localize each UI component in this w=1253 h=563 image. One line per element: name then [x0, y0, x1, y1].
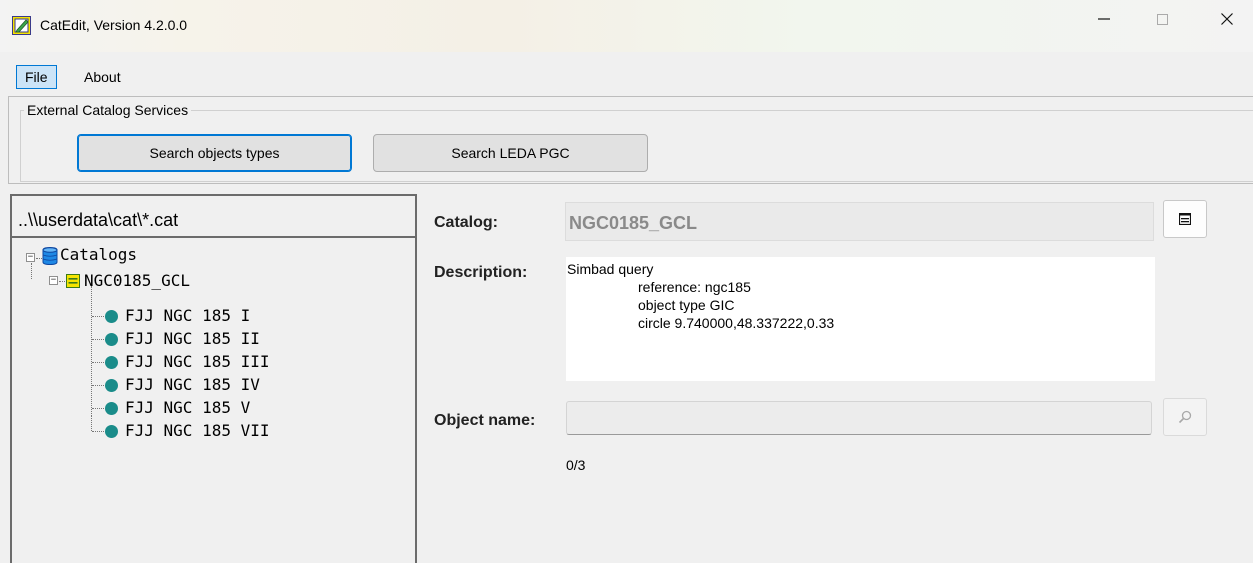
object-dot-icon [105, 379, 118, 392]
tree-connector [92, 408, 104, 409]
tree-node-object[interactable]: FJJ NGC 185 IV [125, 374, 260, 396]
description-label: Description: [434, 264, 528, 281]
tree-node-object[interactable]: FJJ NGC 185 V [125, 397, 250, 419]
minimize-button[interactable] [1076, 0, 1132, 38]
catalog-tree-panel: ..\\userdata\cat\*.cat − Catalogs − NGC0… [10, 194, 417, 563]
tree-node-object[interactable]: FJJ NGC 185 I [125, 305, 250, 327]
search-leda-pgc-button[interactable]: Search LEDA PGC [373, 134, 648, 172]
title-bar: CatEdit, Version 4.2.0.0 [0, 0, 1253, 52]
tree-connector [92, 362, 104, 363]
menu-bar: File About [0, 63, 1253, 91]
tree-connector [91, 286, 92, 416]
tree-connector [92, 316, 104, 317]
tree-node-ngc0185-gcl[interactable]: NGC0185_GCL [84, 270, 190, 292]
tree-node-object[interactable]: FJJ NGC 185 VII [125, 420, 270, 442]
tree-connector [92, 385, 104, 386]
description-box[interactable]: Simbad query reference: ngc185 object ty… [566, 257, 1155, 381]
database-icon [42, 247, 58, 265]
object-dot-icon [105, 425, 118, 438]
search-objects-types-button[interactable]: Search objects types [77, 134, 352, 172]
window-title: CatEdit, Version 4.2.0.0 [40, 17, 188, 33]
close-icon [1221, 13, 1233, 25]
close-button[interactable] [1199, 0, 1253, 38]
object-dot-icon [105, 356, 118, 369]
catalog-field: NGC0185_GCL [565, 202, 1154, 241]
tree-node-object[interactable]: FJJ NGC 185 III [125, 351, 270, 373]
tree-connector [91, 416, 92, 431]
maximize-icon [1156, 13, 1168, 25]
catalog-list-button[interactable] [1163, 200, 1207, 238]
catalog-icon [66, 274, 80, 288]
object-dot-icon [105, 310, 118, 323]
tree-connector [31, 263, 32, 279]
tree-node-object[interactable]: FJJ NGC 185 II [125, 328, 260, 350]
object-dot-icon [105, 402, 118, 415]
collapse-catalog-toggle[interactable]: − [49, 276, 58, 285]
description-line: reference: ngc185 [638, 279, 751, 295]
minimize-icon [1098, 18, 1110, 20]
object-dot-icon [105, 333, 118, 346]
object-name-label: Object name: [434, 412, 536, 429]
tree-node-catalogs[interactable]: Catalogs [60, 244, 137, 266]
menu-about[interactable]: About [76, 65, 129, 89]
object-count: 0/3 [566, 457, 586, 473]
catalog-path: ..\\userdata\cat\*.cat [12, 196, 415, 238]
list-icon [1179, 213, 1191, 225]
object-name-input[interactable] [566, 401, 1152, 435]
maximize-button[interactable] [1134, 0, 1190, 38]
app-icon [12, 16, 31, 35]
description-line: circle 9.740000,48.337222,0.33 [638, 315, 835, 331]
description-line: Simbad query [567, 261, 654, 277]
catalog-label: Catalog: [434, 214, 498, 231]
tree-connector [92, 339, 104, 340]
collapse-catalogs-toggle[interactable]: − [26, 253, 35, 262]
description-line: object type GIC [638, 297, 735, 313]
tree-connector [59, 281, 65, 282]
object-search-button[interactable] [1163, 398, 1207, 436]
menu-file[interactable]: File [16, 65, 57, 89]
search-icon [1178, 410, 1192, 424]
external-catalog-services-label: External Catalog Services [24, 102, 192, 118]
tree-connector [92, 431, 104, 432]
